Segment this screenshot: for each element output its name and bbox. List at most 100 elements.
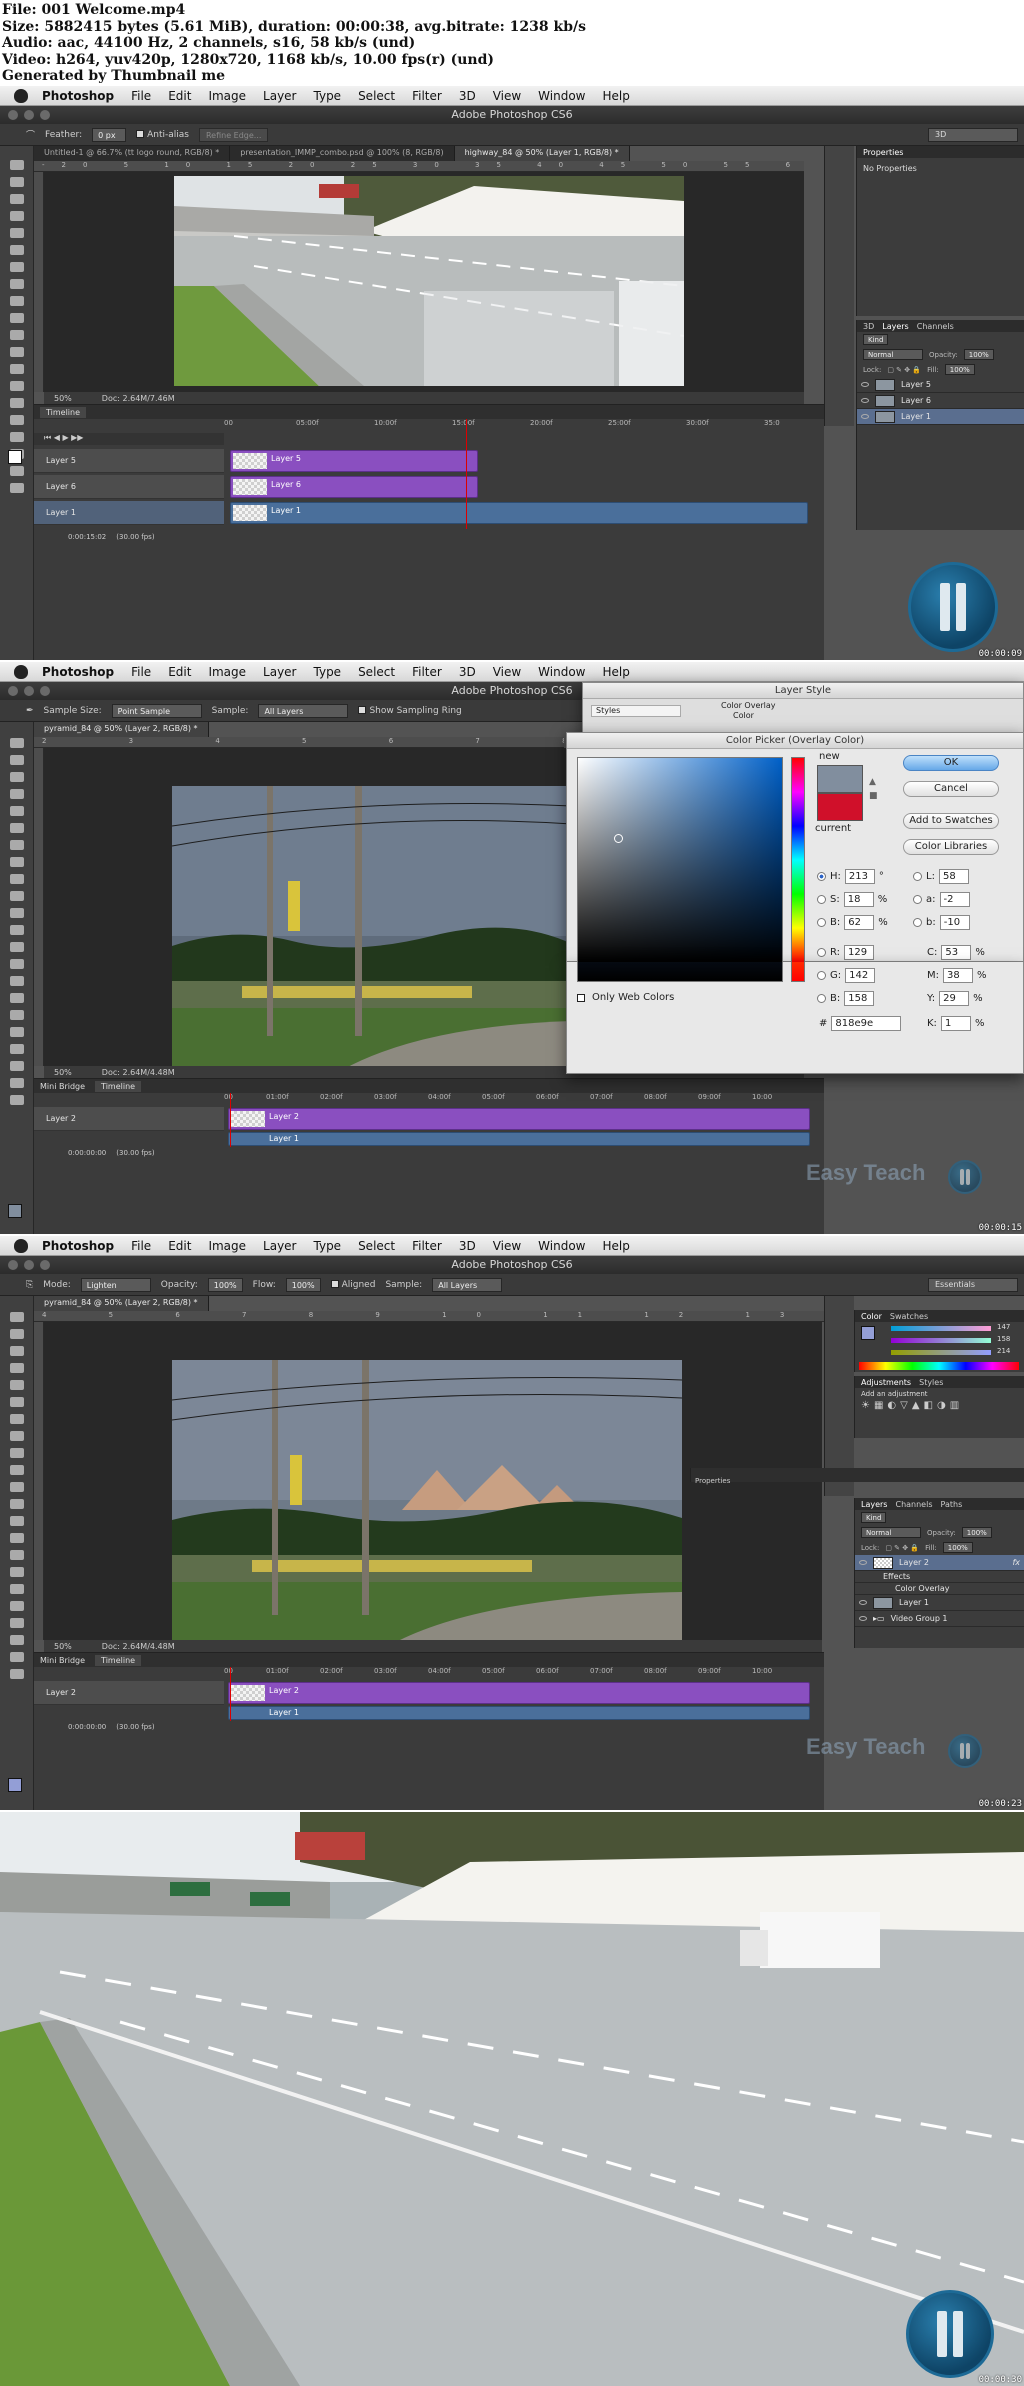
type-tool-icon[interactable]: [10, 1567, 24, 1577]
tab-styles[interactable]: Styles: [919, 1378, 943, 1387]
hand-tool-icon[interactable]: [10, 466, 24, 476]
blend-mode-select[interactable]: Normal: [861, 1527, 921, 1538]
filter-kind-select[interactable]: Kind: [861, 1512, 887, 1523]
green-input[interactable]: 142: [845, 968, 876, 983]
menu-image[interactable]: Image: [208, 1239, 246, 1253]
type-tool-icon[interactable]: [10, 415, 24, 425]
ok-button[interactable]: OK: [903, 755, 999, 771]
tab-3d[interactable]: 3D: [863, 322, 874, 331]
layer-row[interactable]: Layer 2 fx: [855, 1555, 1024, 1571]
opacity-input[interactable]: 100%: [961, 1527, 992, 1538]
eraser-tool-icon[interactable]: [10, 908, 24, 918]
crop-tool-icon[interactable]: [10, 1380, 24, 1390]
menu-image[interactable]: Image: [208, 665, 246, 679]
foreground-color-swatch[interactable]: [8, 1778, 22, 1792]
extra-tool-icon[interactable]: [10, 1078, 24, 1088]
dodge-tool-icon[interactable]: [10, 1533, 24, 1543]
quick-select-tool-icon[interactable]: [10, 1363, 24, 1373]
menu-3d[interactable]: 3D: [459, 89, 476, 103]
minimize-window-button[interactable]: [24, 110, 34, 120]
quick-select-tool-icon[interactable]: [10, 211, 24, 221]
history-brush-tool-icon[interactable]: [10, 1465, 24, 1475]
playhead[interactable]: [230, 1667, 231, 1721]
flow-input[interactable]: 100%: [285, 1277, 321, 1292]
clone-stamp-tool-icon[interactable]: [10, 296, 24, 306]
marquee-tool-icon[interactable]: [10, 177, 24, 187]
saturation-brightness-field[interactable]: [577, 757, 783, 963]
zoom-level[interactable]: 50%: [54, 1068, 72, 1077]
current-color-swatch[interactable]: [817, 793, 863, 821]
clone-stamp-tool-icon[interactable]: [10, 874, 24, 884]
zoom-tool-icon[interactable]: [10, 1061, 24, 1071]
layer-row[interactable]: Layer 1: [855, 1595, 1024, 1611]
color-panel-foreground[interactable]: [861, 1326, 875, 1340]
opacity-input[interactable]: 100%: [963, 349, 994, 360]
brightness-input[interactable]: 62: [844, 915, 875, 930]
zoom-level[interactable]: 50%: [54, 394, 72, 403]
healing-tool-icon[interactable]: [10, 262, 24, 272]
clip-layer-1[interactable]: Layer 1: [230, 502, 808, 524]
eyedropper-tool-icon[interactable]: [10, 823, 24, 833]
hand-tool-icon[interactable]: [10, 1618, 24, 1628]
group-row[interactable]: ▸▭ Video Group 1: [855, 1611, 1024, 1627]
menu-window[interactable]: Window: [538, 665, 585, 679]
green-radio[interactable]: [817, 971, 826, 980]
web-safe-cube-icon[interactable]: ■: [869, 791, 878, 801]
clip-layer-2[interactable]: Layer 2: [228, 1682, 810, 1704]
hue-slider[interactable]: [791, 757, 805, 963]
tab-mini-bridge[interactable]: Mini Bridge: [40, 1082, 85, 1091]
black-input[interactable]: 1: [940, 1016, 971, 1031]
move-tool-icon[interactable]: [10, 738, 24, 748]
visibility-eye-icon[interactable]: [859, 1560, 867, 1565]
show-sampling-ring-checkbox[interactable]: Show Sampling Ring: [358, 705, 462, 716]
blue-value[interactable]: 214: [997, 1347, 1010, 1355]
track-layer-1[interactable]: Layer 1: [34, 501, 224, 525]
lab-a-input[interactable]: -2: [939, 892, 970, 907]
close-window-button[interactable]: [8, 110, 18, 120]
clip-layer-1[interactable]: Layer 1: [228, 1132, 810, 1146]
aligned-checkbox[interactable]: Aligned: [330, 1279, 375, 1290]
tab-highway[interactable]: highway_84 @ 50% (Layer 1, RGB/8) *: [454, 146, 630, 161]
fill-input[interactable]: 100%: [942, 1542, 973, 1553]
track-layer-2[interactable]: Layer 2: [34, 1681, 224, 1705]
lab-b-input[interactable]: -10: [939, 915, 970, 930]
shape-tool-icon[interactable]: [10, 1027, 24, 1037]
apple-icon[interactable]: [14, 1238, 28, 1253]
move-tool-icon[interactable]: [10, 1312, 24, 1322]
lock-icons[interactable]: ▢ ✎ ✥ 🔒: [887, 366, 921, 374]
hand-tool-icon[interactable]: [10, 1044, 24, 1054]
brush-tool-icon[interactable]: [10, 857, 24, 867]
yellow-input[interactable]: 29: [939, 991, 970, 1006]
menu-file[interactable]: File: [131, 1239, 151, 1253]
tab-color[interactable]: Color: [861, 1312, 882, 1321]
apple-icon[interactable]: [14, 664, 28, 679]
healing-tool-icon[interactable]: [10, 840, 24, 850]
quick-select-tool-icon[interactable]: [10, 789, 24, 799]
lasso-tool-icon[interactable]: [10, 194, 24, 204]
lasso-tool-icon[interactable]: [10, 772, 24, 782]
brightness-radio[interactable]: [817, 918, 826, 927]
properties-label[interactable]: Properties: [691, 1477, 730, 1485]
gradient-tool-icon[interactable]: [10, 925, 24, 935]
clip-layer-1[interactable]: Layer 1: [228, 1706, 810, 1720]
marquee-tool-icon[interactable]: [10, 755, 24, 765]
menu-edit[interactable]: Edit: [168, 665, 191, 679]
anti-alias-checkbox[interactable]: Anti-alias: [136, 129, 189, 140]
color-overlay-row[interactable]: Color Overlay: [855, 1583, 1024, 1595]
foreground-color-swatch[interactable]: [8, 1204, 22, 1218]
blue-slider[interactable]: [891, 1350, 991, 1355]
dodge-tool-icon[interactable]: [10, 959, 24, 969]
gamut-warning-icon[interactable]: ▲: [869, 777, 876, 787]
menu-edit[interactable]: Edit: [168, 1239, 191, 1253]
lasso-tool-icon[interactable]: ⌒: [26, 128, 35, 141]
zoom-window-button[interactable]: [40, 1260, 50, 1270]
visibility-eye-icon[interactable]: [861, 414, 869, 419]
color-libraries-button[interactable]: Color Libraries: [903, 839, 999, 855]
menu-window[interactable]: Window: [538, 1239, 585, 1253]
lab-b-radio[interactable]: [913, 918, 922, 927]
feather-input[interactable]: 0 px: [92, 127, 127, 142]
eraser-tool-icon[interactable]: [10, 1482, 24, 1492]
tab-channels[interactable]: Channels: [917, 322, 954, 331]
hue-input[interactable]: 213: [844, 869, 875, 884]
visibility-eye-icon[interactable]: [859, 1616, 867, 1621]
